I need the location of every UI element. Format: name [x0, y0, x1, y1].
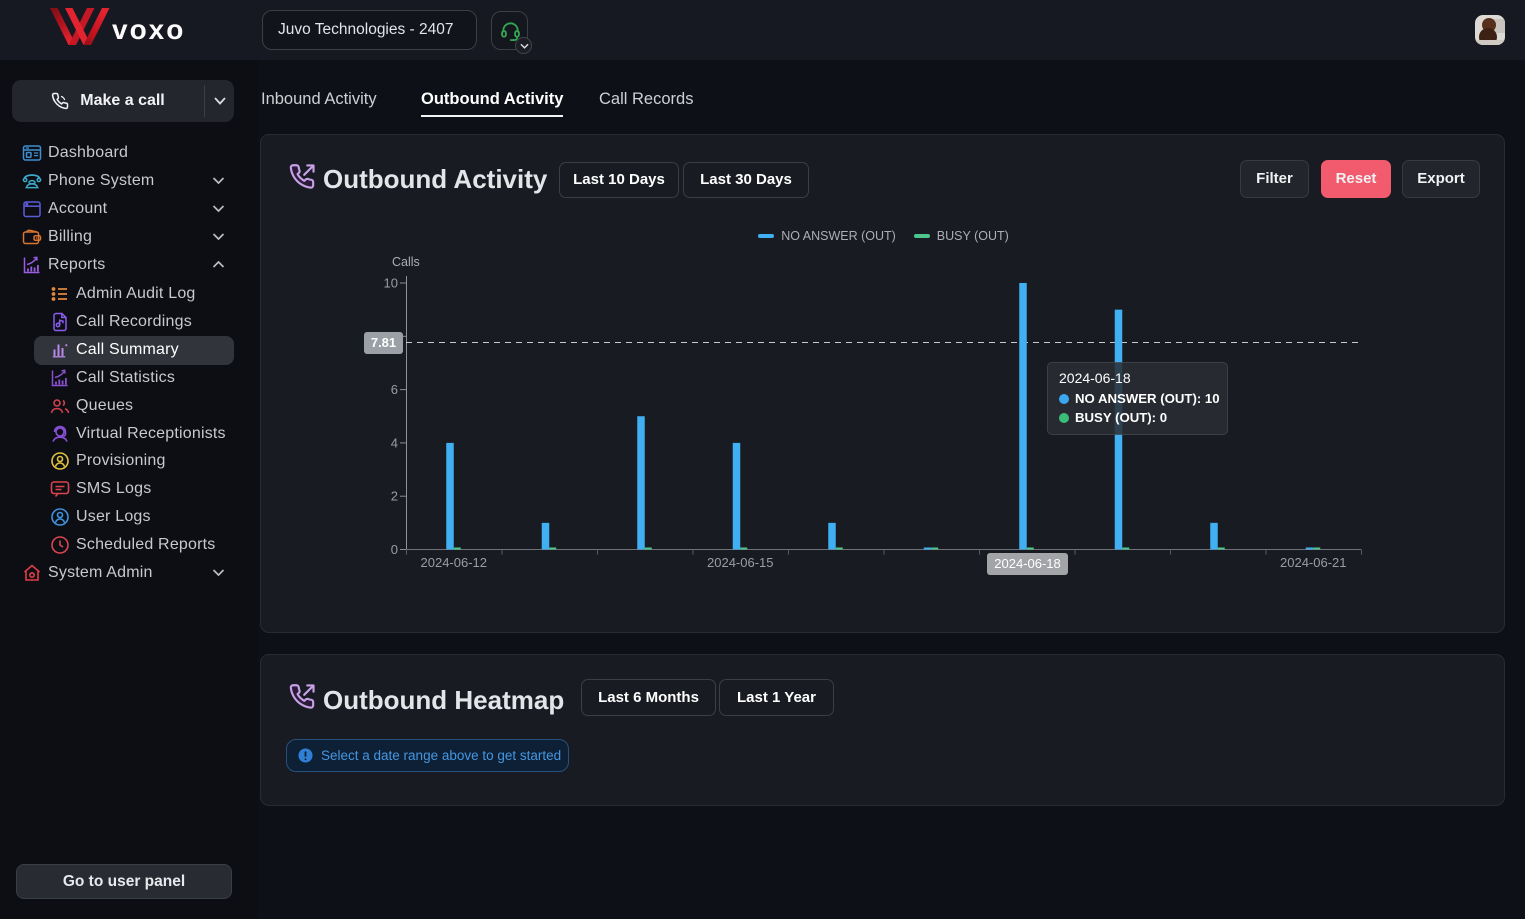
svg-text:0: 0 [391, 542, 398, 557]
svg-text:4: 4 [391, 435, 398, 450]
svg-text:2024-06-12: 2024-06-12 [421, 555, 488, 570]
svg-text:2024-06-21: 2024-06-21 [1280, 555, 1347, 570]
svg-text:10: 10 [384, 276, 398, 291]
svg-text:2: 2 [391, 489, 398, 504]
svg-text:2024-06-15: 2024-06-15 [707, 555, 774, 570]
svg-text:6: 6 [391, 382, 398, 397]
